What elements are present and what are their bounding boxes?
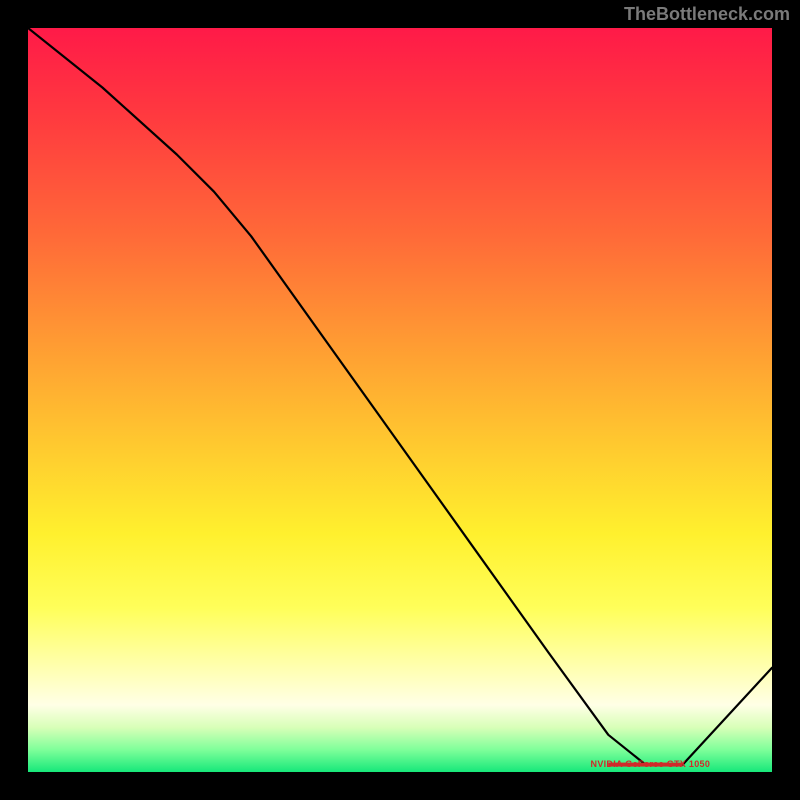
line-chart-svg: [28, 28, 772, 772]
chart-frame: TheBottleneck.com NVIDIA GeForce GTX 105…: [0, 0, 800, 800]
bottleneck-curve: [28, 28, 772, 765]
marker-label: NVIDIA GeForce GTX 1050: [591, 759, 711, 769]
plot-area: NVIDIA GeForce GTX 1050: [28, 28, 772, 772]
watermark-text: TheBottleneck.com: [624, 4, 790, 25]
